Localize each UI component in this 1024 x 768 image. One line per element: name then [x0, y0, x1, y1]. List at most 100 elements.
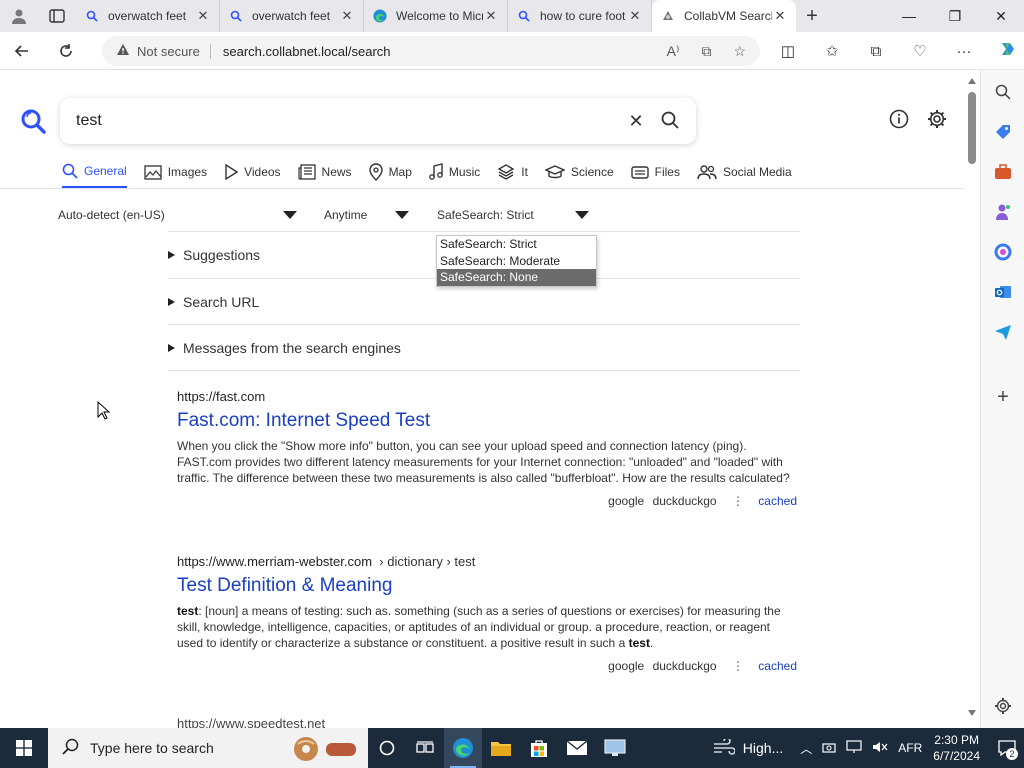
task-view-circle-icon[interactable]	[368, 728, 406, 768]
cached-link[interactable]: cached	[758, 494, 797, 508]
tab-images[interactable]: Images	[144, 160, 207, 188]
page-scrollbar[interactable]	[964, 72, 980, 720]
tab-news[interactable]: News	[297, 160, 352, 188]
add-sidebar-app-icon[interactable]: +	[991, 385, 1015, 409]
tab-science[interactable]: Science	[544, 160, 614, 188]
file-explorer-icon[interactable]	[482, 728, 520, 768]
refresh-button[interactable]	[44, 32, 88, 70]
tab-social-media[interactable]: Social Media	[697, 160, 792, 188]
input-language[interactable]: AFR	[898, 741, 922, 755]
dropdown-option-highlighted[interactable]: SafeSearch: None	[437, 269, 596, 286]
split-screen-icon[interactable]: ◫	[766, 42, 810, 60]
browser-tab[interactable]: overwatch feet ✕	[220, 0, 364, 32]
windows-start-icon[interactable]	[0, 728, 48, 768]
copilot-icon[interactable]	[986, 39, 1024, 63]
read-aloud-icon[interactable]: A⁾	[667, 43, 680, 60]
safesearch-select[interactable]: SafeSearch: Strict	[437, 205, 587, 225]
more-menu-icon[interactable]: ···	[942, 43, 986, 60]
result-title-link[interactable]: Test Definition & Meaning	[177, 575, 797, 597]
games-person-icon[interactable]	[991, 200, 1015, 224]
more-vert-icon[interactable]: ⋮	[732, 494, 744, 508]
search-result: https://fast.com Fast.com: Internet Spee…	[177, 389, 797, 508]
url-bar[interactable]: Not secure search.collabnet.local/search…	[102, 36, 760, 66]
taskbar-edge-icon[interactable]	[444, 728, 482, 768]
tab-label: Music	[448, 165, 481, 179]
close-tab-icon[interactable]: ✕	[627, 8, 643, 24]
close-window-icon[interactable]: ✕	[978, 0, 1024, 32]
app-available-icon[interactable]: ⧉	[701, 43, 711, 60]
microsoft365-icon[interactable]	[991, 240, 1015, 264]
more-vert-icon[interactable]: ⋮	[732, 659, 744, 673]
sidebar-search-icon[interactable]	[991, 80, 1015, 104]
clock[interactable]: 2:30 PM 6/7/2024	[933, 732, 980, 764]
chevron-down-icon[interactable]	[283, 211, 297, 219]
task-view-icon[interactable]	[406, 728, 444, 768]
clear-icon[interactable]: ✕	[624, 111, 648, 132]
tab-general[interactable]: General	[62, 160, 127, 188]
result-url[interactable]: https://www.merriam-webster.com › dictio…	[177, 554, 797, 569]
restore-icon[interactable]: ❐	[932, 0, 978, 32]
dropdown-option[interactable]: SafeSearch: Strict	[437, 236, 596, 253]
engine-messages-toggle[interactable]: Messages from the search engines	[168, 324, 800, 370]
tab-files[interactable]: Files	[630, 160, 680, 188]
result-url[interactable]: https://fast.com	[177, 389, 797, 404]
favorites-icon[interactable]: ✩	[810, 42, 854, 60]
microsoft-store-icon[interactable]	[520, 728, 558, 768]
minimize-icon[interactable]: —	[886, 0, 932, 32]
send-icon[interactable]	[991, 320, 1015, 344]
profile-icon[interactable]	[0, 0, 38, 32]
scroll-down-icon[interactable]	[968, 710, 976, 716]
tab-music[interactable]: Music	[429, 160, 480, 188]
close-tab-icon[interactable]: ✕	[195, 8, 211, 24]
camera-icon[interactable]	[822, 741, 836, 756]
chevron-down-icon[interactable]	[395, 211, 409, 219]
network-icon[interactable]	[846, 739, 862, 757]
dropdown-option[interactable]: SafeSearch: Moderate	[437, 253, 596, 270]
security-label[interactable]: Not secure	[137, 43, 211, 59]
back-button[interactable]	[0, 32, 44, 70]
safesearch-dropdown[interactable]: SafeSearch: Strict SafeSearch: Moderate …	[436, 235, 597, 287]
section-label: Search URL	[183, 293, 260, 310]
tools-briefcase-icon[interactable]	[991, 160, 1015, 184]
cached-link[interactable]: cached	[758, 659, 797, 673]
favorite-star-icon[interactable]: ☆	[733, 43, 746, 60]
chevron-up-icon[interactable]: ︿	[800, 740, 812, 757]
close-tab-icon[interactable]: ✕	[483, 8, 499, 24]
weather-widget[interactable]: High...	[713, 736, 783, 758]
close-tab-icon[interactable]: ✕	[772, 8, 788, 24]
outlook-icon[interactable]	[991, 280, 1015, 304]
url-text[interactable]: search.collabnet.local/search	[223, 44, 391, 59]
tab-videos[interactable]: Videos	[224, 160, 281, 188]
taskbar-search-input[interactable]: Type here to search	[48, 728, 368, 768]
result-title-link[interactable]: Fast.com: Internet Speed Test	[177, 410, 797, 432]
search-input[interactable]: test ✕	[60, 98, 696, 144]
scrollbar-thumb[interactable]	[968, 92, 976, 164]
browser-essentials-icon[interactable]: ♡	[898, 42, 942, 60]
chevron-down-icon[interactable]	[575, 211, 589, 219]
search-query[interactable]: test	[76, 112, 624, 130]
new-tab-button[interactable]: +	[796, 0, 828, 32]
tab-it[interactable]: It	[497, 160, 528, 188]
searxng-logo-icon[interactable]	[20, 108, 46, 137]
next-result-url[interactable]: https://www.speedtest.net	[177, 716, 325, 728]
tab-actions-icon[interactable]	[38, 0, 76, 32]
shopping-tag-icon[interactable]	[991, 120, 1015, 144]
gear-icon[interactable]	[926, 108, 948, 133]
browser-tab[interactable]: overwatch feet ✕	[76, 0, 220, 32]
search-icon[interactable]	[660, 110, 684, 133]
warning-icon[interactable]	[116, 43, 130, 59]
sidebar-settings-icon[interactable]	[991, 694, 1015, 718]
remote-desktop-icon[interactable]	[596, 728, 634, 768]
scroll-up-icon[interactable]	[968, 78, 976, 84]
close-tab-icon[interactable]: ✕	[339, 8, 355, 24]
language-select[interactable]: Auto-detect (en-US)	[58, 205, 308, 225]
browser-tab[interactable]: how to cure foot ✕	[508, 0, 652, 32]
collections-icon[interactable]: ⧉	[854, 43, 898, 60]
info-icon[interactable]	[888, 108, 910, 133]
browser-tab-active[interactable]: CollabVM Search ✕	[652, 0, 796, 32]
tab-map[interactable]: Map	[368, 160, 412, 188]
browser-tab[interactable]: Welcome to Microsoft Edge ✕	[364, 0, 508, 32]
volume-muted-icon[interactable]	[872, 740, 888, 757]
notification-center-icon[interactable]: 2	[990, 728, 1024, 768]
mail-icon[interactable]	[558, 728, 596, 768]
